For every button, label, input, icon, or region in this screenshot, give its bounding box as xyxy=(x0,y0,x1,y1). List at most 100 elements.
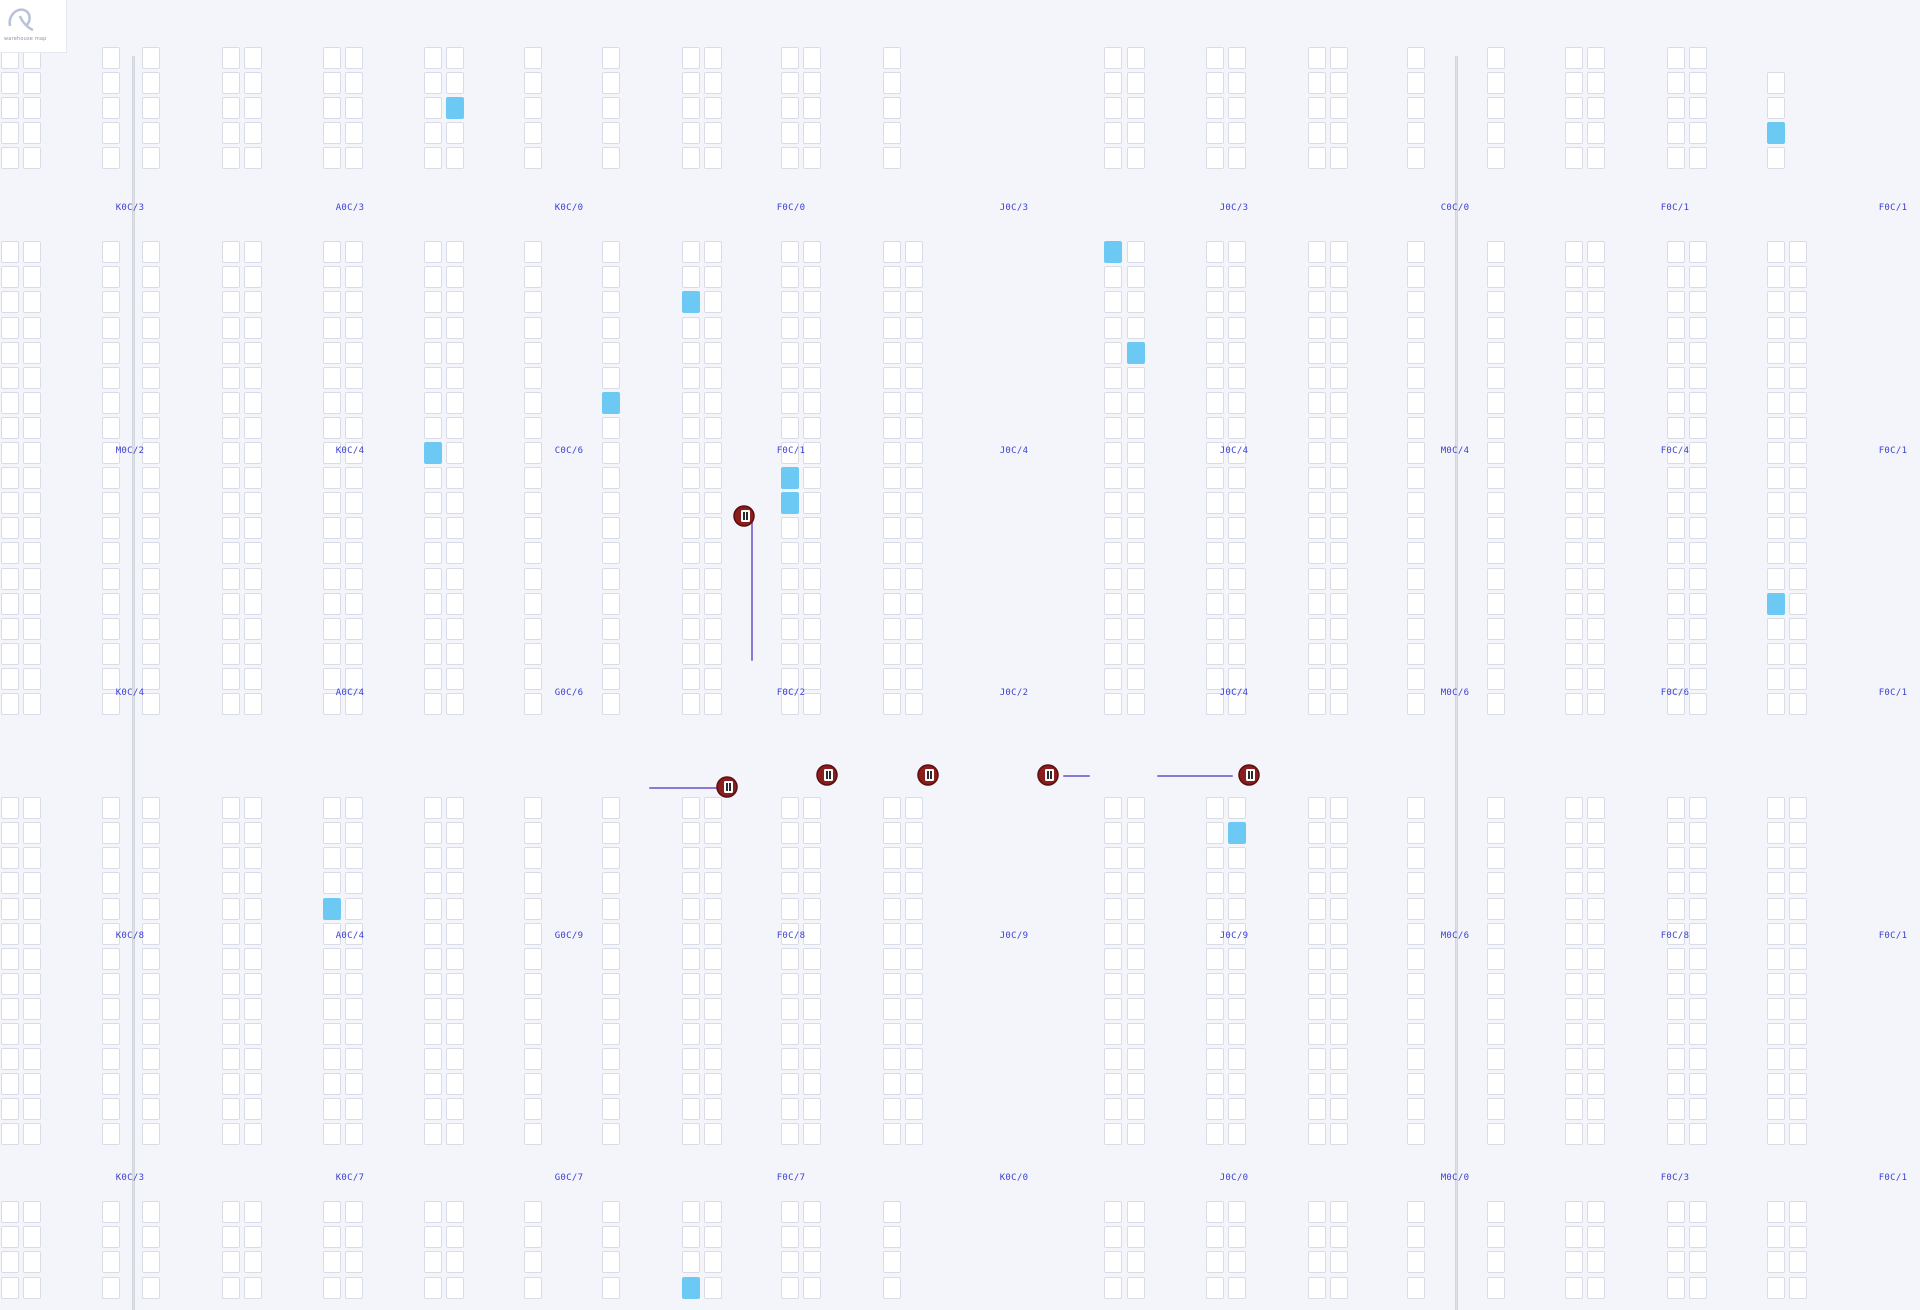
storage-slot[interactable] xyxy=(524,1048,542,1070)
storage-slot[interactable] xyxy=(1228,342,1246,364)
storage-slot[interactable] xyxy=(424,568,442,590)
storage-slot[interactable] xyxy=(704,417,722,439)
storage-slot[interactable] xyxy=(1127,1123,1145,1145)
storage-slot[interactable] xyxy=(1127,568,1145,590)
storage-slot[interactable] xyxy=(602,693,620,715)
storage-slot[interactable] xyxy=(602,1023,620,1045)
storage-slot[interactable] xyxy=(905,898,923,920)
storage-slot[interactable] xyxy=(1789,241,1807,263)
storage-slot[interactable] xyxy=(883,797,901,819)
storage-slot[interactable] xyxy=(23,1123,41,1145)
storage-slot[interactable] xyxy=(142,1226,160,1248)
storage-slot[interactable] xyxy=(1228,47,1246,69)
storage-slot-occupied[interactable] xyxy=(1767,122,1785,144)
storage-slot[interactable] xyxy=(1689,417,1707,439)
storage-slot[interactable] xyxy=(1407,47,1425,69)
storage-slot[interactable] xyxy=(1127,1226,1145,1248)
storage-slot[interactable] xyxy=(682,442,700,464)
storage-slot[interactable] xyxy=(1565,1251,1583,1273)
storage-slot[interactable] xyxy=(1767,467,1785,489)
storage-slot[interactable] xyxy=(1407,1251,1425,1273)
storage-slot[interactable] xyxy=(323,1023,341,1045)
storage-slot[interactable] xyxy=(1689,1048,1707,1070)
storage-slot[interactable] xyxy=(345,291,363,313)
storage-slot[interactable] xyxy=(102,1023,120,1045)
storage-slot[interactable] xyxy=(905,643,923,665)
storage-slot[interactable] xyxy=(142,122,160,144)
storage-slot[interactable] xyxy=(905,822,923,844)
storage-slot[interactable] xyxy=(682,1098,700,1120)
storage-slot[interactable] xyxy=(345,266,363,288)
storage-slot[interactable] xyxy=(524,467,542,489)
storage-slot[interactable] xyxy=(424,266,442,288)
storage-slot[interactable] xyxy=(602,797,620,819)
storage-slot[interactable] xyxy=(704,1226,722,1248)
storage-slot[interactable] xyxy=(1206,1251,1224,1273)
storage-slot[interactable] xyxy=(222,1073,240,1095)
storage-slot[interactable] xyxy=(1565,898,1583,920)
storage-slot[interactable] xyxy=(345,998,363,1020)
storage-slot[interactable] xyxy=(142,1123,160,1145)
storage-slot[interactable] xyxy=(1565,1073,1583,1095)
storage-slot[interactable] xyxy=(524,122,542,144)
storage-slot[interactable] xyxy=(1228,417,1246,439)
storage-slot[interactable] xyxy=(883,822,901,844)
storage-slot[interactable] xyxy=(244,122,262,144)
storage-slot[interactable] xyxy=(424,147,442,169)
storage-slot[interactable] xyxy=(682,492,700,514)
storage-slot[interactable] xyxy=(1228,668,1246,690)
storage-slot[interactable] xyxy=(142,643,160,665)
storage-slot[interactable] xyxy=(682,1251,700,1273)
storage-slot[interactable] xyxy=(602,898,620,920)
storage-slot[interactable] xyxy=(1689,1277,1707,1299)
storage-slot[interactable] xyxy=(1587,1251,1605,1273)
storage-slot[interactable] xyxy=(905,923,923,945)
storage-slot[interactable] xyxy=(524,542,542,564)
storage-slot[interactable] xyxy=(23,1226,41,1248)
storage-slot[interactable] xyxy=(1206,517,1224,539)
storage-slot[interactable] xyxy=(1308,668,1326,690)
storage-slot[interactable] xyxy=(1330,47,1348,69)
storage-slot[interactable] xyxy=(1228,568,1246,590)
storage-slot[interactable] xyxy=(1789,517,1807,539)
storage-slot[interactable] xyxy=(1587,898,1605,920)
storage-slot[interactable] xyxy=(1330,367,1348,389)
storage-slot[interactable] xyxy=(244,317,262,339)
storage-slot-occupied[interactable] xyxy=(323,898,341,920)
storage-slot[interactable] xyxy=(883,291,901,313)
storage-slot[interactable] xyxy=(222,1226,240,1248)
storage-slot[interactable] xyxy=(222,72,240,94)
storage-slot[interactable] xyxy=(1407,1277,1425,1299)
storage-slot[interactable] xyxy=(1104,643,1122,665)
storage-slot[interactable] xyxy=(222,517,240,539)
storage-slot[interactable] xyxy=(1308,568,1326,590)
storage-slot[interactable] xyxy=(1667,517,1685,539)
storage-slot[interactable] xyxy=(1407,643,1425,665)
storage-slot[interactable] xyxy=(222,1048,240,1070)
storage-slot[interactable] xyxy=(222,317,240,339)
storage-slot[interactable] xyxy=(446,822,464,844)
storage-slot[interactable] xyxy=(1587,1201,1605,1223)
storage-slot[interactable] xyxy=(1565,822,1583,844)
storage-slot[interactable] xyxy=(244,367,262,389)
storage-slot[interactable] xyxy=(222,266,240,288)
storage-slot[interactable] xyxy=(883,517,901,539)
storage-slot[interactable] xyxy=(1228,1277,1246,1299)
app-logo[interactable]: warehouse map xyxy=(0,0,67,53)
storage-slot[interactable] xyxy=(1,266,19,288)
storage-slot[interactable] xyxy=(1565,1123,1583,1145)
storage-slot[interactable] xyxy=(1127,973,1145,995)
storage-slot[interactable] xyxy=(1407,822,1425,844)
storage-slot[interactable] xyxy=(1127,442,1145,464)
storage-slot[interactable] xyxy=(1330,72,1348,94)
storage-slot[interactable] xyxy=(23,618,41,640)
storage-slot[interactable] xyxy=(602,417,620,439)
storage-slot[interactable] xyxy=(446,923,464,945)
storage-slot[interactable] xyxy=(222,643,240,665)
storage-slot[interactable] xyxy=(345,568,363,590)
storage-slot[interactable] xyxy=(1104,1073,1122,1095)
storage-slot[interactable] xyxy=(1587,1226,1605,1248)
storage-slot[interactable] xyxy=(1565,147,1583,169)
storage-slot[interactable] xyxy=(1487,1251,1505,1273)
storage-slot[interactable] xyxy=(244,822,262,844)
